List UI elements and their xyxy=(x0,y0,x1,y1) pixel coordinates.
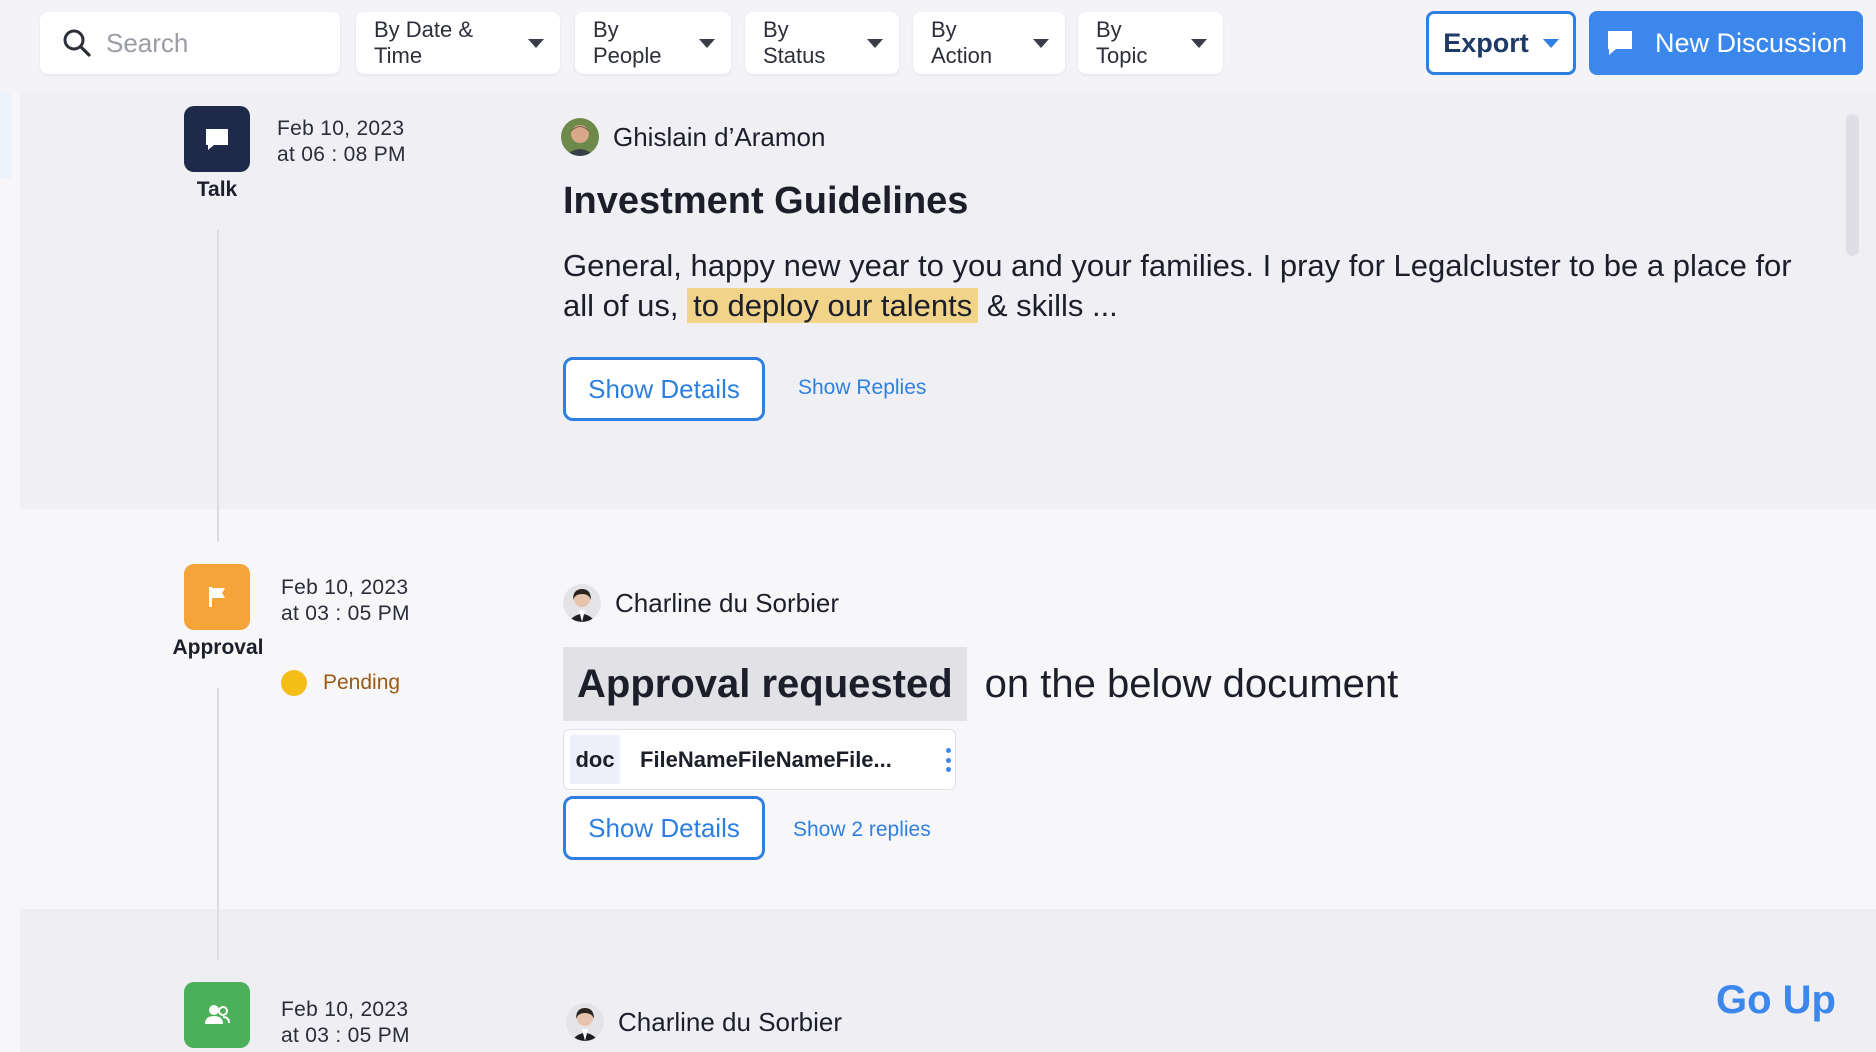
post-date: Feb 10, 2023 at 03 : 05 PM xyxy=(281,575,410,627)
talk-type-icon xyxy=(184,106,250,172)
timeline-connector xyxy=(217,230,219,542)
file-type-badge: doc xyxy=(570,735,620,784)
post-type-label: Talk xyxy=(196,178,238,201)
more-vertical-icon[interactable] xyxy=(945,748,951,772)
status-text: Pending xyxy=(323,671,401,694)
chat-bubble-icon xyxy=(1607,31,1632,55)
approval-text: on the below document xyxy=(984,661,1399,706)
file-name: FileNameFileNameFile... xyxy=(640,746,892,772)
highlighted-text: to deploy our talents xyxy=(687,288,979,323)
scrollbar-thumb[interactable] xyxy=(1846,114,1859,256)
body-text: & skills ... xyxy=(986,288,1118,323)
avatar xyxy=(563,584,601,622)
filter-by-action[interactable]: By Action xyxy=(913,12,1065,74)
button-label: Show Details xyxy=(588,373,740,404)
show-replies-link[interactable]: Show Replies xyxy=(798,376,926,400)
filter-label: By People xyxy=(593,17,662,68)
time-text: at 06 : 08 PM xyxy=(277,143,406,166)
filter-label: By Topic xyxy=(1096,17,1148,68)
author-name: Ghislain d’Aramon xyxy=(613,121,826,152)
caret-down-icon xyxy=(867,38,883,48)
author-name: Charline du Sorbier xyxy=(615,587,840,618)
new-discussion-button[interactable]: New Discussion xyxy=(1589,11,1863,75)
avatar xyxy=(561,118,599,156)
toolbar: By Date & Time By People By Status By Ac… xyxy=(0,0,1876,92)
approval-heading: Approval requested on the below document xyxy=(563,647,1398,721)
show-details-button[interactable]: Show Details xyxy=(563,796,765,860)
document-attachment[interactable]: doc FileNameFileNameFile... xyxy=(563,729,956,790)
time-text: at 03 : 05 PM xyxy=(281,1024,410,1047)
status-badge: Pending xyxy=(281,670,400,696)
show-details-button[interactable]: Show Details xyxy=(563,357,765,421)
caret-down-icon xyxy=(699,38,715,48)
flag-icon xyxy=(209,587,225,607)
date-text: Feb 10, 2023 xyxy=(281,576,409,599)
show-replies-link[interactable]: Show 2 replies xyxy=(793,818,931,842)
filter-label: By Date & Time xyxy=(374,17,474,68)
search-icon xyxy=(63,29,91,57)
filter-by-date-time[interactable]: By Date & Time xyxy=(356,12,560,74)
avatar xyxy=(566,1003,604,1041)
date-text: Feb 10, 2023 xyxy=(281,998,409,1021)
caret-down-icon xyxy=(1542,38,1559,48)
approval-type-icon xyxy=(184,564,250,630)
filter-by-topic[interactable]: By Topic xyxy=(1078,12,1223,74)
post-author: Charline du Sorbier xyxy=(563,584,839,622)
left-rail-indicator xyxy=(0,92,12,178)
approval-tag: Approval requested xyxy=(563,647,967,721)
go-up-button[interactable]: Go Up xyxy=(1716,978,1836,1023)
timeline-connector xyxy=(217,688,219,960)
filter-label: By Status xyxy=(763,17,826,68)
filter-by-people[interactable]: By People xyxy=(575,12,731,74)
search-box[interactable] xyxy=(40,12,340,74)
post-title: Investment Guidelines xyxy=(563,180,969,222)
caret-down-icon xyxy=(1191,38,1207,48)
search-input[interactable] xyxy=(106,27,326,59)
button-label: Show Details xyxy=(588,812,740,843)
people-icon xyxy=(205,1005,230,1024)
caret-down-icon xyxy=(528,38,544,48)
export-label: Export xyxy=(1443,27,1529,58)
post-date: Feb 10, 2023 at 03 : 05 PM xyxy=(281,997,410,1049)
time-text: at 03 : 05 PM xyxy=(281,602,410,625)
author-name: Charline du Sorbier xyxy=(618,1006,843,1037)
export-button[interactable]: Export xyxy=(1426,11,1576,75)
post-author: Charline du Sorbier xyxy=(566,1003,842,1041)
post-author: Ghislain d’Aramon xyxy=(561,118,825,156)
meeting-type-icon xyxy=(184,982,250,1048)
post-date: Feb 10, 2023 at 06 : 08 PM xyxy=(277,116,406,168)
filter-by-status[interactable]: By Status xyxy=(745,12,899,74)
status-dot xyxy=(281,670,307,696)
caret-down-icon xyxy=(1033,38,1049,48)
post-type-label: Approval xyxy=(172,636,264,659)
new-discussion-label: New Discussion xyxy=(1654,27,1848,58)
date-text: Feb 10, 2023 xyxy=(277,117,405,140)
left-rail xyxy=(0,92,20,1052)
post-body: General, happy new year to you and your … xyxy=(563,246,1823,326)
filter-label: By Action xyxy=(931,17,993,68)
chat-bubble-icon xyxy=(206,129,228,150)
